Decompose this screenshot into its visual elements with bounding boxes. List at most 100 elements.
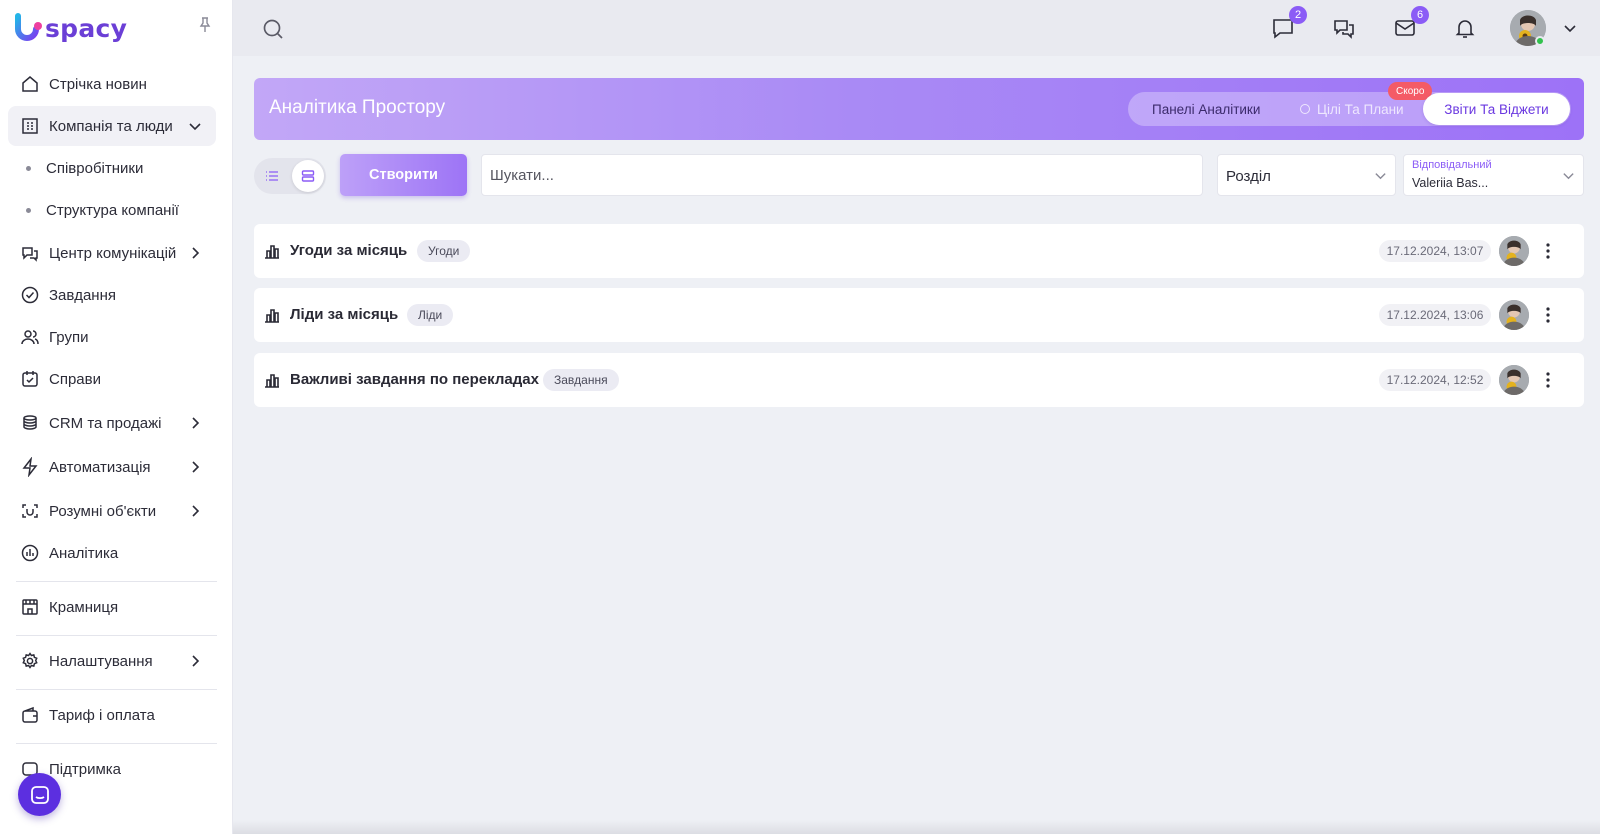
chat-bubble-icon: [30, 785, 49, 804]
sidebar-item-billing[interactable]: Тариф і оплата: [8, 695, 216, 735]
lightning-icon: [20, 457, 40, 477]
report-title[interactable]: Ліди за місяць: [290, 306, 398, 323]
sidebar-item-label: Центр комунікацій: [49, 244, 177, 262]
sidebar-item-label: Компанія та люди: [49, 117, 173, 135]
wallet-icon: [20, 705, 40, 725]
report-tag: Ліди: [407, 304, 454, 326]
sidebar-item-label: Аналітика: [49, 544, 119, 562]
communication-icon: [20, 243, 40, 263]
view-tabs: Панелі Аналітики Цілі Та Плани Скоро Зві…: [1128, 82, 1571, 126]
sidebar-item-label: Завдання: [49, 286, 116, 304]
bar-chart-icon: [263, 242, 281, 260]
sidebar-item-activities[interactable]: Справи: [8, 359, 216, 399]
sidebar-item-store[interactable]: Крамниця: [8, 587, 216, 627]
soon-badge: Скоро: [1388, 82, 1433, 100]
chevron-down-icon: [1374, 169, 1387, 182]
report-owner-avatar: [1499, 236, 1529, 266]
report-date: 17.12.2024, 13:07: [1379, 240, 1491, 262]
topbar: 2 6: [233, 0, 1600, 56]
report-owner-avatar: [1499, 300, 1529, 330]
chevron-right-icon: [188, 504, 202, 518]
list-icon: [266, 171, 278, 181]
chat-support-button[interactable]: [18, 773, 61, 816]
responsible-value: Valeriia Bas...: [1412, 176, 1489, 190]
sidebar-item-label: CRM та продажі: [49, 414, 162, 432]
tab-goals-label: Цілі Та Плани: [1317, 101, 1404, 117]
gear-icon: [20, 651, 40, 671]
sidebar-item-communications[interactable]: Центр комунікацій: [8, 233, 216, 273]
section-select-value: Розділ: [1226, 168, 1271, 185]
sidebar-item-smart-objects[interactable]: Розумні об'єкти: [8, 491, 216, 531]
report-row[interactable]: Ліди за місяць Ліди 17.12.2024, 13:06: [254, 288, 1584, 342]
page-header-banner: Аналітика Простору Панелі Аналітики Цілі…: [254, 78, 1584, 140]
responsible-select[interactable]: Відповідальний Valeriia Bas...: [1403, 154, 1584, 196]
conversations-button[interactable]: [1332, 16, 1356, 40]
bar-chart-icon: [263, 371, 281, 389]
view-toggle: [254, 158, 326, 194]
responsible-label: Відповідальний: [1412, 159, 1492, 171]
rows-icon: [301, 170, 315, 182]
report-tag: Завдання: [543, 369, 619, 391]
sidebar-item-label: Крамниця: [49, 598, 119, 616]
sidebar-subitem-employees[interactable]: Співробітники: [26, 156, 143, 180]
sidebar-item-label: Групи: [49, 328, 89, 346]
tab-reports[interactable]: Звіти Та Віджети: [1423, 93, 1570, 125]
chat-button[interactable]: 2: [1271, 6, 1307, 40]
sidebar-divider: [16, 743, 217, 744]
report-owner-avatar: [1499, 365, 1529, 395]
conversations-icon: [1334, 20, 1354, 39]
sidebar-item-groups[interactable]: Групи: [8, 317, 216, 357]
sidebar-subitem-label: Структура компанії: [46, 201, 179, 219]
sidebar-item-crm[interactable]: CRM та продажі: [8, 403, 216, 443]
building-icon: [20, 116, 40, 136]
search-input[interactable]: [481, 154, 1203, 196]
chevron-down-icon[interactable]: [1563, 21, 1577, 35]
sidebar: spacy Стрічка новин Компанія та люди Спі…: [0, 0, 233, 834]
bullet-icon: [26, 207, 31, 213]
tab-panels[interactable]: Панелі Аналітики: [1152, 92, 1260, 126]
sidebar-item-settings[interactable]: Налаштування: [8, 641, 216, 681]
users-icon: [20, 327, 40, 347]
chevron-right-icon: [188, 460, 202, 474]
sidebar-item-analytics[interactable]: Аналітика: [8, 533, 216, 573]
sidebar-item-automation[interactable]: Автоматизація: [8, 447, 216, 487]
sidebar-item-company[interactable]: Компанія та люди: [8, 106, 216, 146]
chevron-right-icon: [188, 416, 202, 430]
sidebar-item-label: Тариф і оплата: [49, 706, 155, 724]
pin-icon[interactable]: [196, 16, 214, 34]
mail-button[interactable]: 6: [1393, 6, 1429, 40]
search-icon[interactable]: [262, 18, 284, 40]
report-row[interactable]: Важливі завдання по перекладах Завдання …: [254, 353, 1584, 407]
report-title[interactable]: Угоди за місяць: [290, 242, 407, 259]
sidebar-divider: [16, 635, 217, 636]
bar-chart-icon: [263, 306, 281, 324]
report-row[interactable]: Угоди за місяць Угоди 17.12.2024, 13:07: [254, 224, 1584, 278]
section-select[interactable]: Розділ: [1217, 154, 1396, 196]
report-title[interactable]: Важливі завдання по перекладах: [290, 371, 539, 388]
calendar-check-icon: [20, 369, 40, 389]
notifications-button[interactable]: [1453, 16, 1477, 40]
create-button[interactable]: Створити: [340, 154, 467, 196]
sidebar-divider: [16, 689, 217, 690]
sidebar-item-label: Розумні об'єкти: [49, 502, 157, 520]
sidebar-item-label: Автоматизація: [49, 458, 151, 476]
more-options-icon[interactable]: [1538, 370, 1558, 390]
home-icon: [20, 74, 40, 94]
list-view-button[interactable]: [256, 160, 288, 192]
page-title: Аналітика Простору: [269, 97, 446, 118]
check-circle-icon: [20, 285, 40, 305]
sidebar-item-tasks[interactable]: Завдання: [8, 275, 216, 315]
clock-icon: [1300, 104, 1310, 114]
sidebar-item-label: Налаштування: [49, 652, 153, 670]
card-view-button[interactable]: [292, 160, 324, 192]
more-options-icon[interactable]: [1538, 305, 1558, 325]
sidebar-subitem-structure[interactable]: Структура компанії: [26, 198, 179, 222]
sidebar-item-news[interactable]: Стрічка новин: [8, 64, 216, 104]
chevron-down-icon: [1562, 169, 1575, 182]
coins-icon: [20, 413, 40, 433]
sidebar-item-label: Справи: [49, 370, 101, 388]
more-options-icon[interactable]: [1538, 241, 1558, 261]
logo[interactable]: spacy: [14, 12, 127, 44]
store-icon: [20, 597, 40, 617]
sidebar-item-label: Підтримка: [49, 760, 122, 778]
